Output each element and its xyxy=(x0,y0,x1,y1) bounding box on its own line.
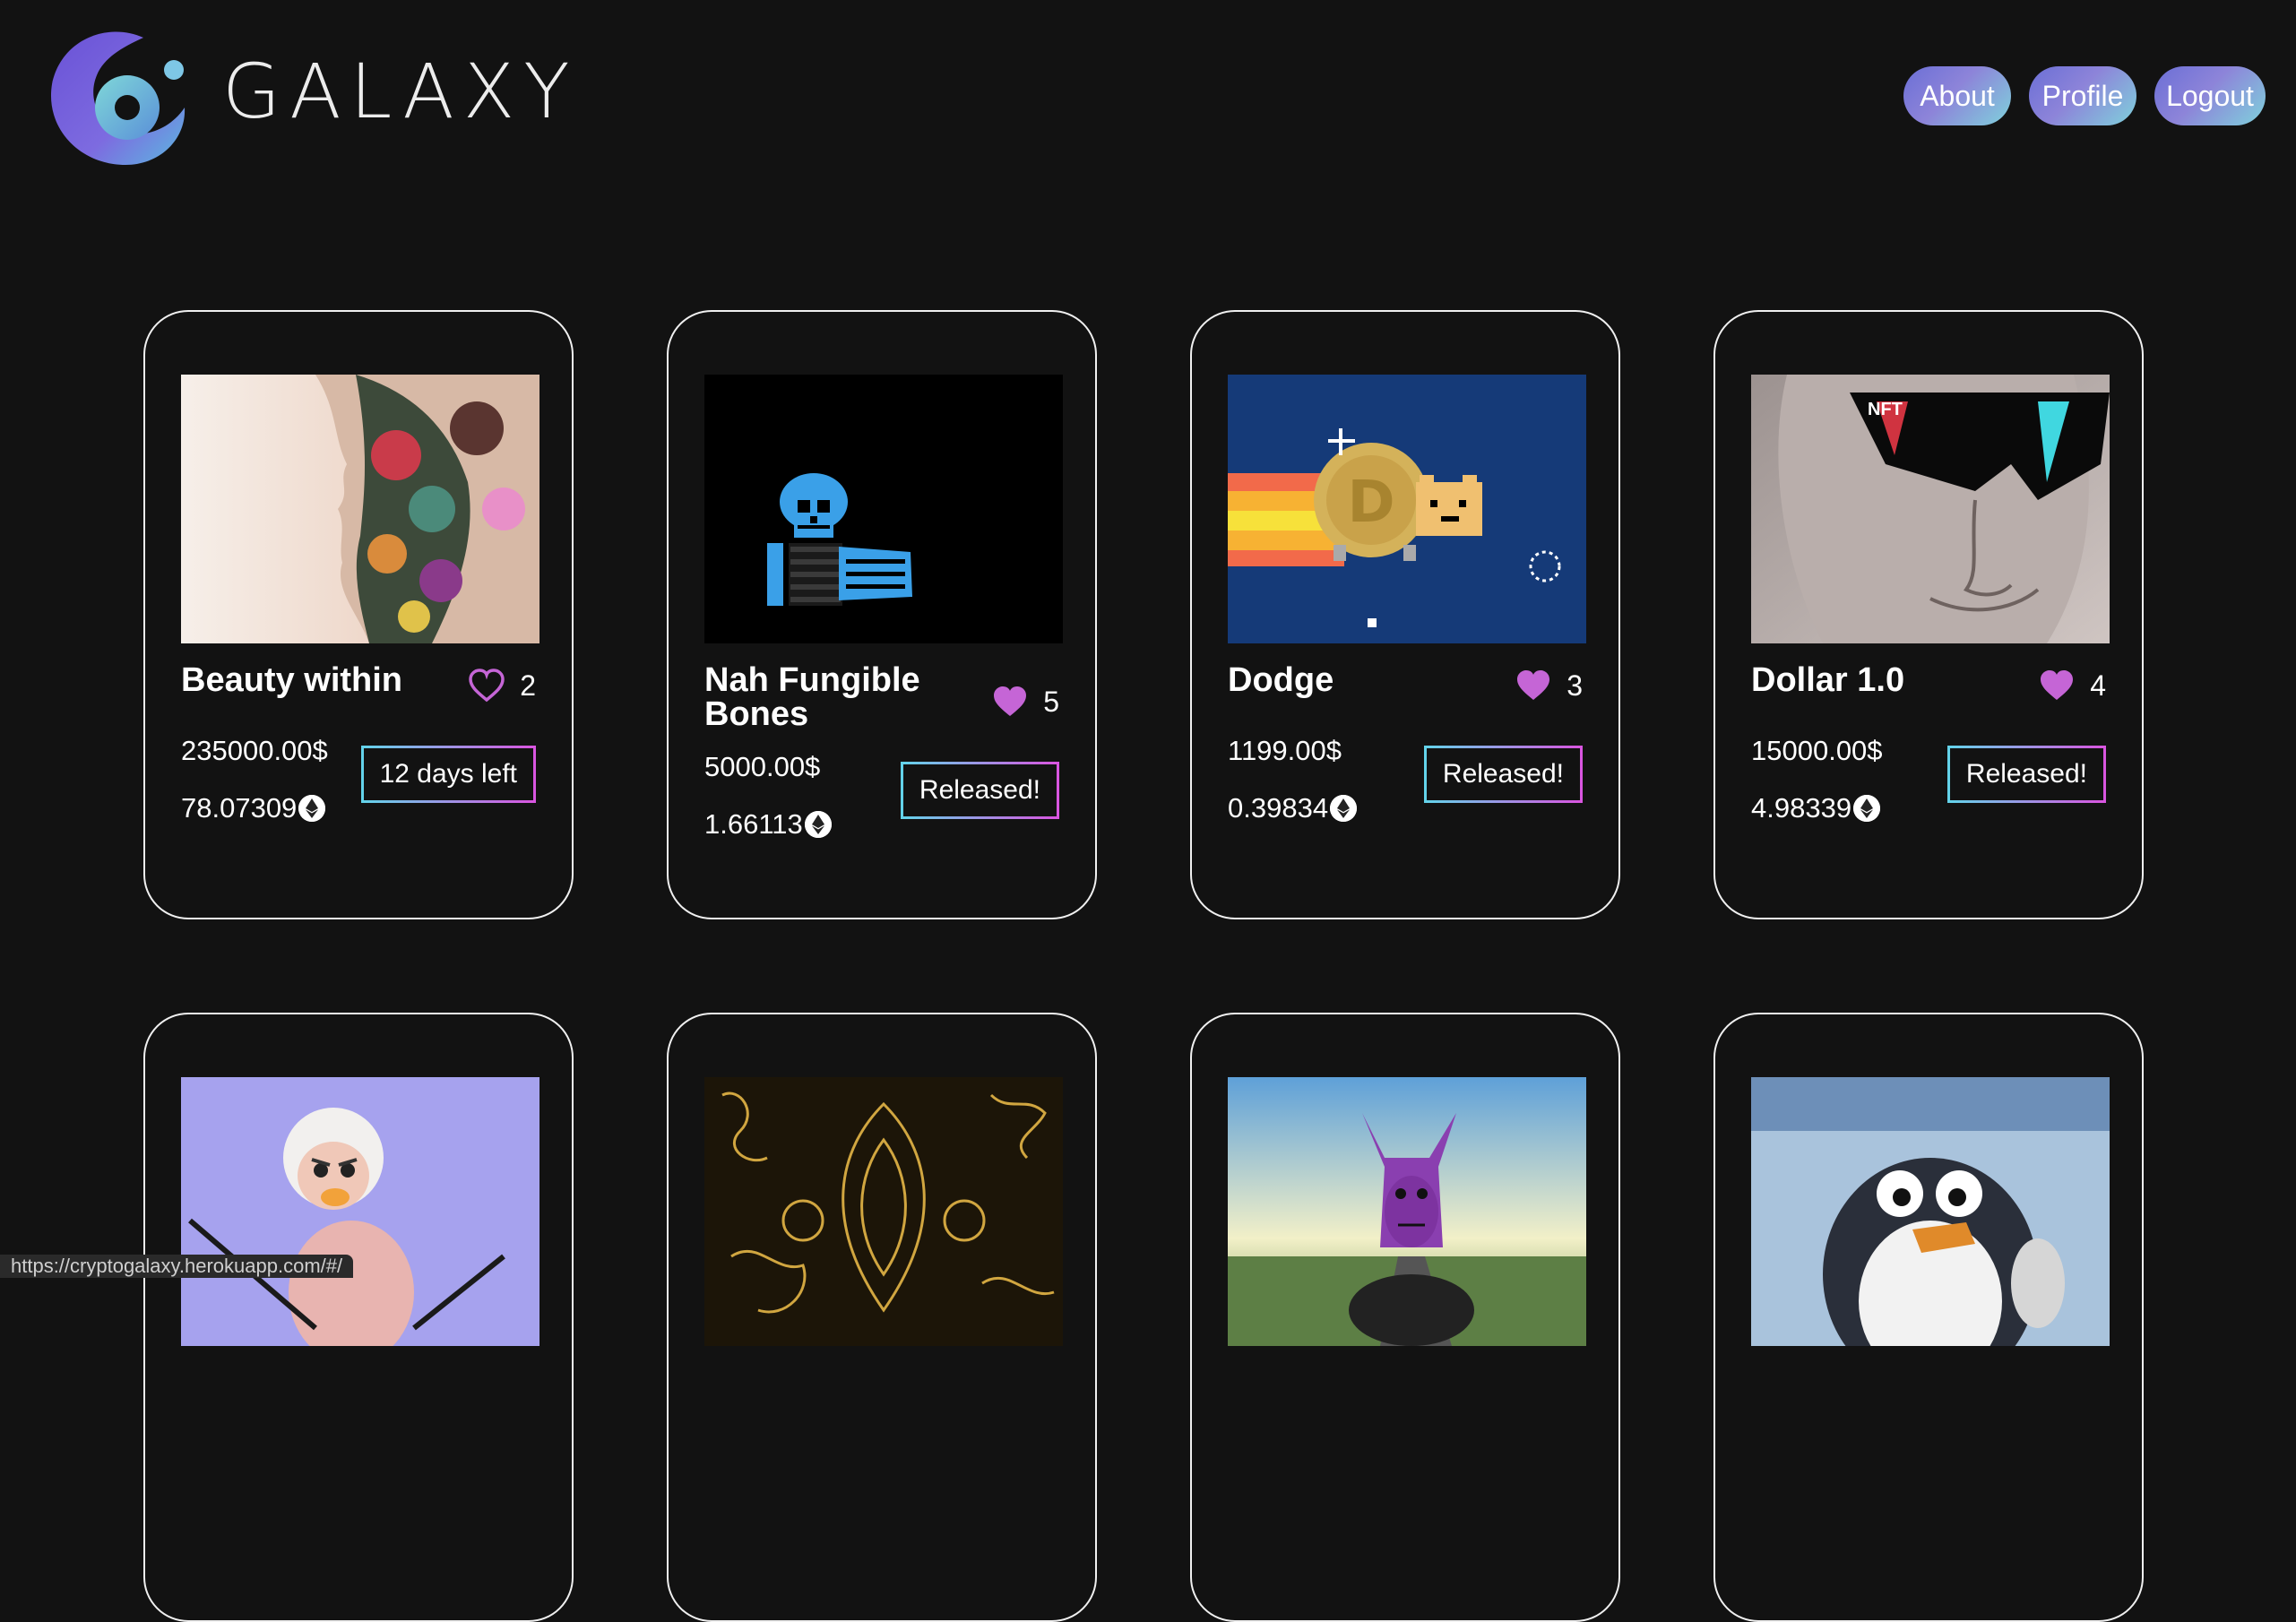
browser-status-url: https://cryptogalaxy.herokuapp.com/#/ xyxy=(0,1255,353,1278)
usd-price: 235000.00$ xyxy=(181,735,328,767)
nft-image[interactable] xyxy=(1751,1077,2110,1346)
nft-image[interactable] xyxy=(181,1077,539,1346)
profile-button[interactable]: Profile xyxy=(2029,66,2136,125)
nft-image[interactable] xyxy=(704,375,1063,643)
eth-price: 1.66113 xyxy=(704,808,832,841)
nft-title: Nah Fungible Bones xyxy=(704,663,973,731)
like-count: 5 xyxy=(1043,686,1059,719)
nft-card[interactable] xyxy=(143,1013,574,1622)
galaxy-logo-icon xyxy=(45,22,188,170)
like-button[interactable]: 5 xyxy=(991,685,1059,719)
nft-card[interactable]: D Dodge 3 1199.00$ 0.39834 xyxy=(1190,310,1620,919)
eth-price: 0.39834 xyxy=(1228,792,1357,824)
nft-title: Dodge xyxy=(1228,663,1497,697)
ethereum-icon xyxy=(805,811,832,838)
eth-price-value: 0.39834 xyxy=(1228,792,1328,824)
status-badge: 12 days left xyxy=(361,746,536,803)
status-badge: Released! xyxy=(1947,746,2106,803)
heart-filled-icon[interactable] xyxy=(991,685,1029,719)
about-button[interactable]: About xyxy=(1903,66,2011,125)
status-badge: Released! xyxy=(1424,746,1583,803)
status-badge: Released! xyxy=(901,762,1059,819)
usd-price: 5000.00$ xyxy=(704,751,820,783)
svg-text:D: D xyxy=(1347,470,1394,536)
usd-price: 1199.00$ xyxy=(1228,735,1342,767)
nft-image[interactable] xyxy=(181,375,539,643)
eth-price: 78.07309 xyxy=(181,792,325,824)
heart-outline-icon[interactable] xyxy=(468,669,505,703)
nft-card[interactable] xyxy=(1190,1013,1620,1622)
like-button[interactable]: 2 xyxy=(468,669,536,703)
like-count: 3 xyxy=(1567,669,1583,703)
like-button[interactable]: 3 xyxy=(1515,669,1583,703)
nft-title: Dollar 1.0 xyxy=(1751,663,2020,697)
like-count: 4 xyxy=(2090,669,2106,703)
brand-logo[interactable]: GALAXY xyxy=(45,22,579,170)
top-nav: About Profile Logout xyxy=(1903,66,2266,125)
heart-filled-icon[interactable] xyxy=(1515,669,1552,703)
ethereum-icon xyxy=(1330,795,1357,822)
svg-text:NFT: NFT xyxy=(1868,400,1903,419)
eth-price-value: 1.66113 xyxy=(704,808,803,841)
nft-card[interactable]: Nah Fungible Bones 5 5000.00$ 1.66113 Re… xyxy=(667,310,1097,919)
nft-image[interactable]: D xyxy=(1228,375,1586,643)
eth-price-value: 4.98339 xyxy=(1751,792,1851,824)
ethereum-icon xyxy=(298,795,325,822)
nft-title: Beauty within xyxy=(181,663,450,697)
nft-image[interactable]: NFT xyxy=(1751,375,2110,643)
like-count: 2 xyxy=(520,669,536,703)
nft-image[interactable] xyxy=(704,1077,1063,1346)
heart-filled-icon[interactable] xyxy=(2038,669,2076,703)
nft-card[interactable]: NFT Dollar 1.0 4 15000.00$ 4.98339 Relea… xyxy=(1713,310,2144,919)
eth-price: 4.98339 xyxy=(1751,792,1880,824)
logout-button[interactable]: Logout xyxy=(2154,66,2266,125)
nft-card[interactable] xyxy=(1713,1013,2144,1622)
nft-card[interactable]: Beauty within 2 235000.00$ 78.07309 12 d… xyxy=(143,310,574,919)
brand-name: GALAXY xyxy=(222,47,579,135)
nft-card[interactable] xyxy=(667,1013,1097,1622)
eth-price-value: 78.07309 xyxy=(181,792,297,824)
ethereum-icon xyxy=(1853,795,1880,822)
usd-price: 15000.00$ xyxy=(1751,735,1883,767)
nft-image[interactable] xyxy=(1228,1077,1586,1346)
like-button[interactable]: 4 xyxy=(2038,669,2106,703)
